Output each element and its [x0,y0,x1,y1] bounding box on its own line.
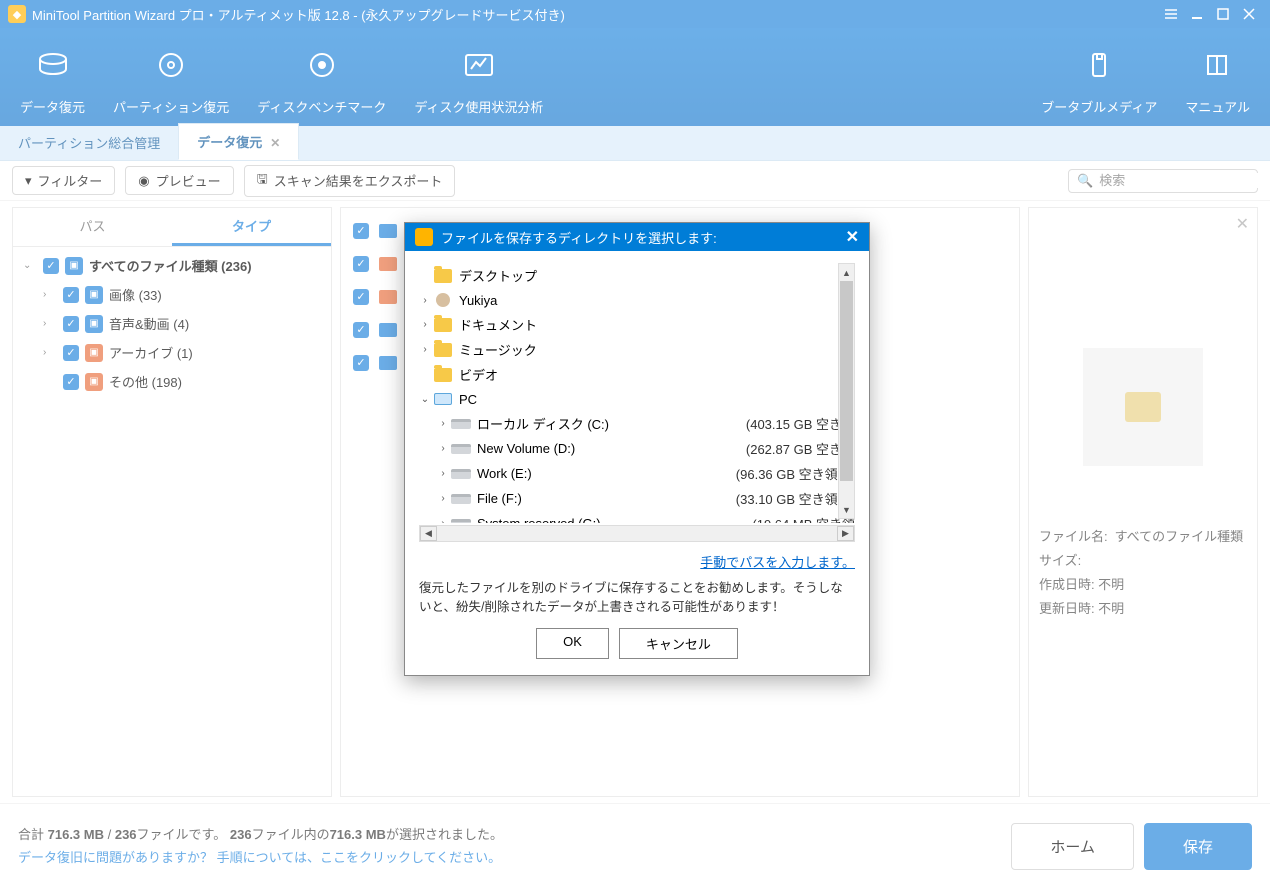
drive-icon [451,444,471,454]
folder-label: New Volume (D:) [477,441,746,456]
manual-path-link[interactable]: 手動でパスを入力します。 [700,555,855,570]
folder-icon [434,269,452,283]
folder-row[interactable]: › New Volume (D:) (262.87 GB 空き領 [419,436,855,461]
dialog-warning: 復元したファイルを別のドライブに保存することをお勧めします。そうしないと、紛失/… [419,579,855,618]
drive-icon [451,494,471,504]
dialog-title: ファイルを保存するディレクトリを選択します: [441,228,717,247]
folder-label: Yukiya [459,293,855,308]
folder-label: File (F:) [477,491,736,506]
dialog-titlebar: ファイルを保存するディレクトリを選択します: ✕ [405,223,869,251]
folder-row[interactable]: デスクトップ [419,263,855,288]
folder-row[interactable]: › ミュージック [419,337,855,362]
folder-label: ローカル ディスク (C:) [477,414,746,433]
save-directory-dialog: ファイルを保存するディレクトリを選択します: ✕ デスクトップ › Yukiya… [404,222,870,676]
folder-row[interactable]: › System reserved (G:) (19.64 MB 空き領 [419,511,855,523]
folder-label: Work (E:) [477,466,736,481]
folder-label: ビデオ [459,365,855,384]
chevron-icon[interactable]: ⌄ [419,394,431,405]
folder-icon [434,318,452,332]
folder-label: ドキュメント [459,315,855,334]
folder-label: PC [459,392,855,407]
folder-label: System reserved (G:) [477,516,752,523]
folder-icon [434,368,452,382]
drive-icon [451,469,471,479]
folder-label: デスクトップ [459,266,855,285]
folder-row[interactable]: › ローカル ディスク (C:) (403.15 GB 空き領 [419,411,855,436]
dialog-cancel-button[interactable]: キャンセル [619,628,738,659]
folder-row[interactable]: ビデオ [419,362,855,387]
folder-icon [434,343,452,357]
chevron-icon[interactable]: › [437,493,449,504]
dialog-close-icon[interactable]: ✕ [846,227,859,247]
pc-icon [434,393,452,405]
drive-icon [451,419,471,429]
horizontal-scrollbar[interactable]: ◀▶ [419,525,855,542]
chevron-icon[interactable]: › [437,418,449,429]
folder-row[interactable]: › Yukiya [419,288,855,312]
vertical-scrollbar[interactable]: ▲▼ [838,263,855,519]
folder-row[interactable]: › File (F:) (33.10 GB 空き領域) [419,486,855,511]
chevron-icon[interactable]: › [437,468,449,479]
chevron-icon[interactable]: › [419,319,431,330]
folder-tree[interactable]: デスクトップ › Yukiya › ドキュメント › ミュージック ビデオ ⌄ … [419,263,855,523]
chevron-icon[interactable]: › [437,443,449,454]
chevron-icon[interactable]: › [437,518,449,523]
dialog-logo-icon [415,228,433,246]
dialog-ok-button[interactable]: OK [536,628,609,659]
folder-row[interactable]: › Work (E:) (96.36 GB 空き領域) [419,461,855,486]
drive-icon [451,519,471,524]
folder-row[interactable]: › ドキュメント [419,312,855,337]
chevron-icon[interactable]: › [419,344,431,355]
folder-label: ミュージック [459,340,855,359]
chevron-icon[interactable]: › [419,295,431,306]
user-icon [436,293,450,307]
folder-row[interactable]: ⌄ PC [419,387,855,411]
